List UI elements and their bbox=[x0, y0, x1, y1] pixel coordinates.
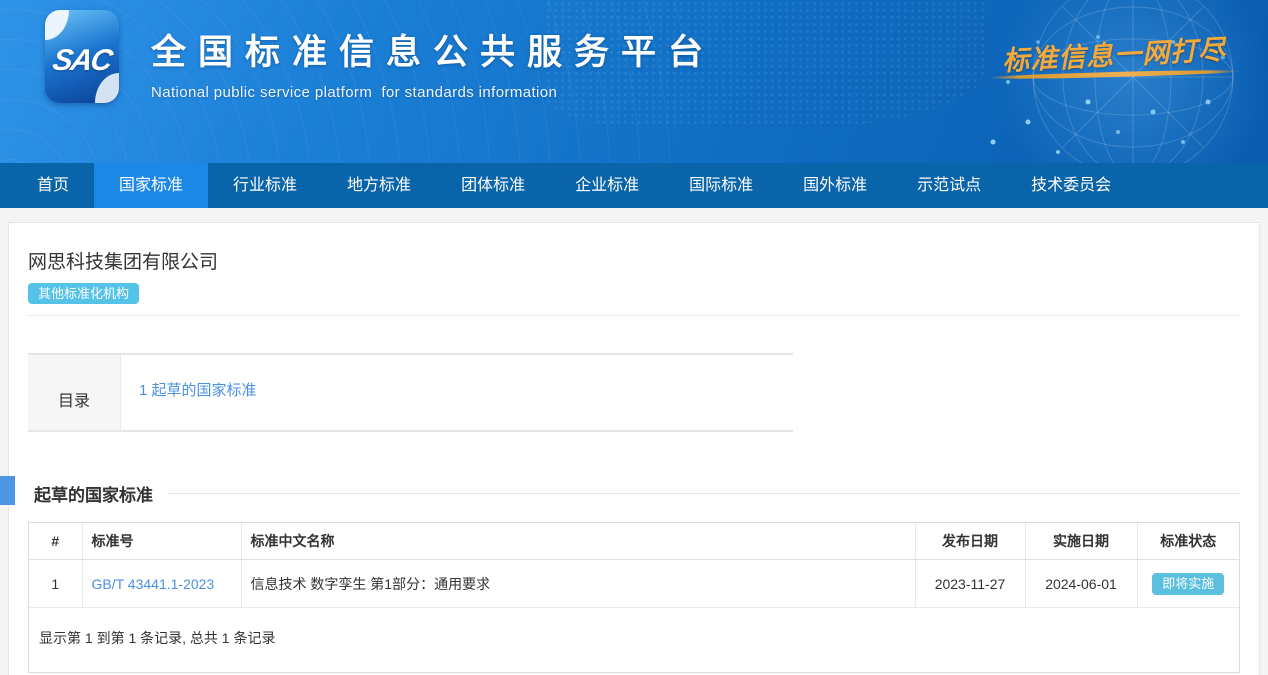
section-header: 起草的国家标准 bbox=[28, 481, 1240, 506]
nav-item-industry-standards[interactable]: 行业标准 bbox=[208, 163, 322, 208]
main-nav: 首页 国家标准 行业标准 地方标准 团体标准 企业标准 国际标准 国外标准 示范… bbox=[0, 163, 1268, 208]
site-subtitle: National public service platform for sta… bbox=[151, 84, 715, 101]
divider bbox=[28, 315, 1240, 316]
nav-item-national-standards[interactable]: 国家标准 bbox=[94, 163, 208, 208]
nav-item-technical-committee[interactable]: 技术委员会 bbox=[1006, 163, 1136, 208]
toc-label: 目录 bbox=[28, 355, 121, 430]
globe-graphic bbox=[968, 0, 1268, 163]
nav-item-local-standards[interactable]: 地方标准 bbox=[322, 163, 436, 208]
col-header-chinese-name: 标准中文名称 bbox=[241, 523, 915, 560]
col-header-status: 标准状态 bbox=[1137, 523, 1239, 560]
toc-link-drafted-national-standards[interactable]: 1 起草的国家标准 bbox=[139, 382, 257, 399]
sac-logo[interactable]: SAC bbox=[45, 10, 119, 103]
section-rule-line bbox=[167, 493, 1240, 494]
cell-standard-chinese-name: 信息技术 数字孪生 第1部分：通用要求 bbox=[241, 560, 915, 608]
col-header-standard-number: 标准号 bbox=[82, 523, 241, 560]
org-type-badge: 其他标准化机构 bbox=[28, 283, 139, 304]
standards-table-box: # 标准号 标准中文名称 发布日期 实施日期 标准状态 1 GB/T 43441… bbox=[28, 522, 1240, 673]
sac-logo-text: SAC bbox=[50, 44, 113, 78]
nav-item-group-standards[interactable]: 团体标准 bbox=[436, 163, 550, 208]
nav-item-demonstration-pilot[interactable]: 示范试点 bbox=[892, 163, 1006, 208]
site-title-block: 全国标准信息公共服务平台 National public service pla… bbox=[151, 24, 715, 101]
nav-item-international-standards[interactable]: 国际标准 bbox=[664, 163, 778, 208]
site-header: SAC 全国标准信息公共服务平台 National public service… bbox=[0, 0, 1268, 163]
toc-body: 1 起草的国家标准 bbox=[121, 355, 793, 430]
col-header-index: # bbox=[29, 523, 82, 560]
cell-implement-date: 2024-06-01 bbox=[1025, 560, 1137, 608]
nav-item-foreign-standards[interactable]: 国外标准 bbox=[778, 163, 892, 208]
standards-table: # 标准号 标准中文名称 发布日期 实施日期 标准状态 1 GB/T 43441… bbox=[29, 523, 1239, 608]
record-count-text: 显示第 1 到第 1 条记录, 总共 1 条记录 bbox=[29, 608, 1239, 672]
cell-publish-date: 2023-11-27 bbox=[915, 560, 1025, 608]
toc-panel: 目录 1 起草的国家标准 bbox=[28, 353, 793, 432]
org-name: 网思科技集团有限公司 bbox=[28, 247, 1240, 274]
cell-index: 1 bbox=[29, 560, 82, 608]
table-header-row: # 标准号 标准中文名称 发布日期 实施日期 标准状态 bbox=[29, 523, 1239, 560]
col-header-publish-date: 发布日期 bbox=[915, 523, 1025, 560]
nav-item-enterprise-standards[interactable]: 企业标准 bbox=[550, 163, 664, 208]
standard-number-link[interactable]: GB/T 43441.1-2023 bbox=[92, 576, 215, 592]
nav-item-home[interactable]: 首页 bbox=[12, 163, 94, 208]
section-accent-bar bbox=[0, 476, 15, 505]
site-title: 全国标准信息公共服务平台 bbox=[151, 24, 715, 75]
table-row: 1 GB/T 43441.1-2023 信息技术 数字孪生 第1部分：通用要求 … bbox=[29, 560, 1239, 608]
section-title: 起草的国家标准 bbox=[34, 481, 153, 506]
status-badge: 即将实施 bbox=[1152, 573, 1224, 595]
col-header-implement-date: 实施日期 bbox=[1025, 523, 1137, 560]
content-card: 网思科技集团有限公司 其他标准化机构 目录 1 起草的国家标准 起草的国家标准 … bbox=[8, 222, 1260, 675]
